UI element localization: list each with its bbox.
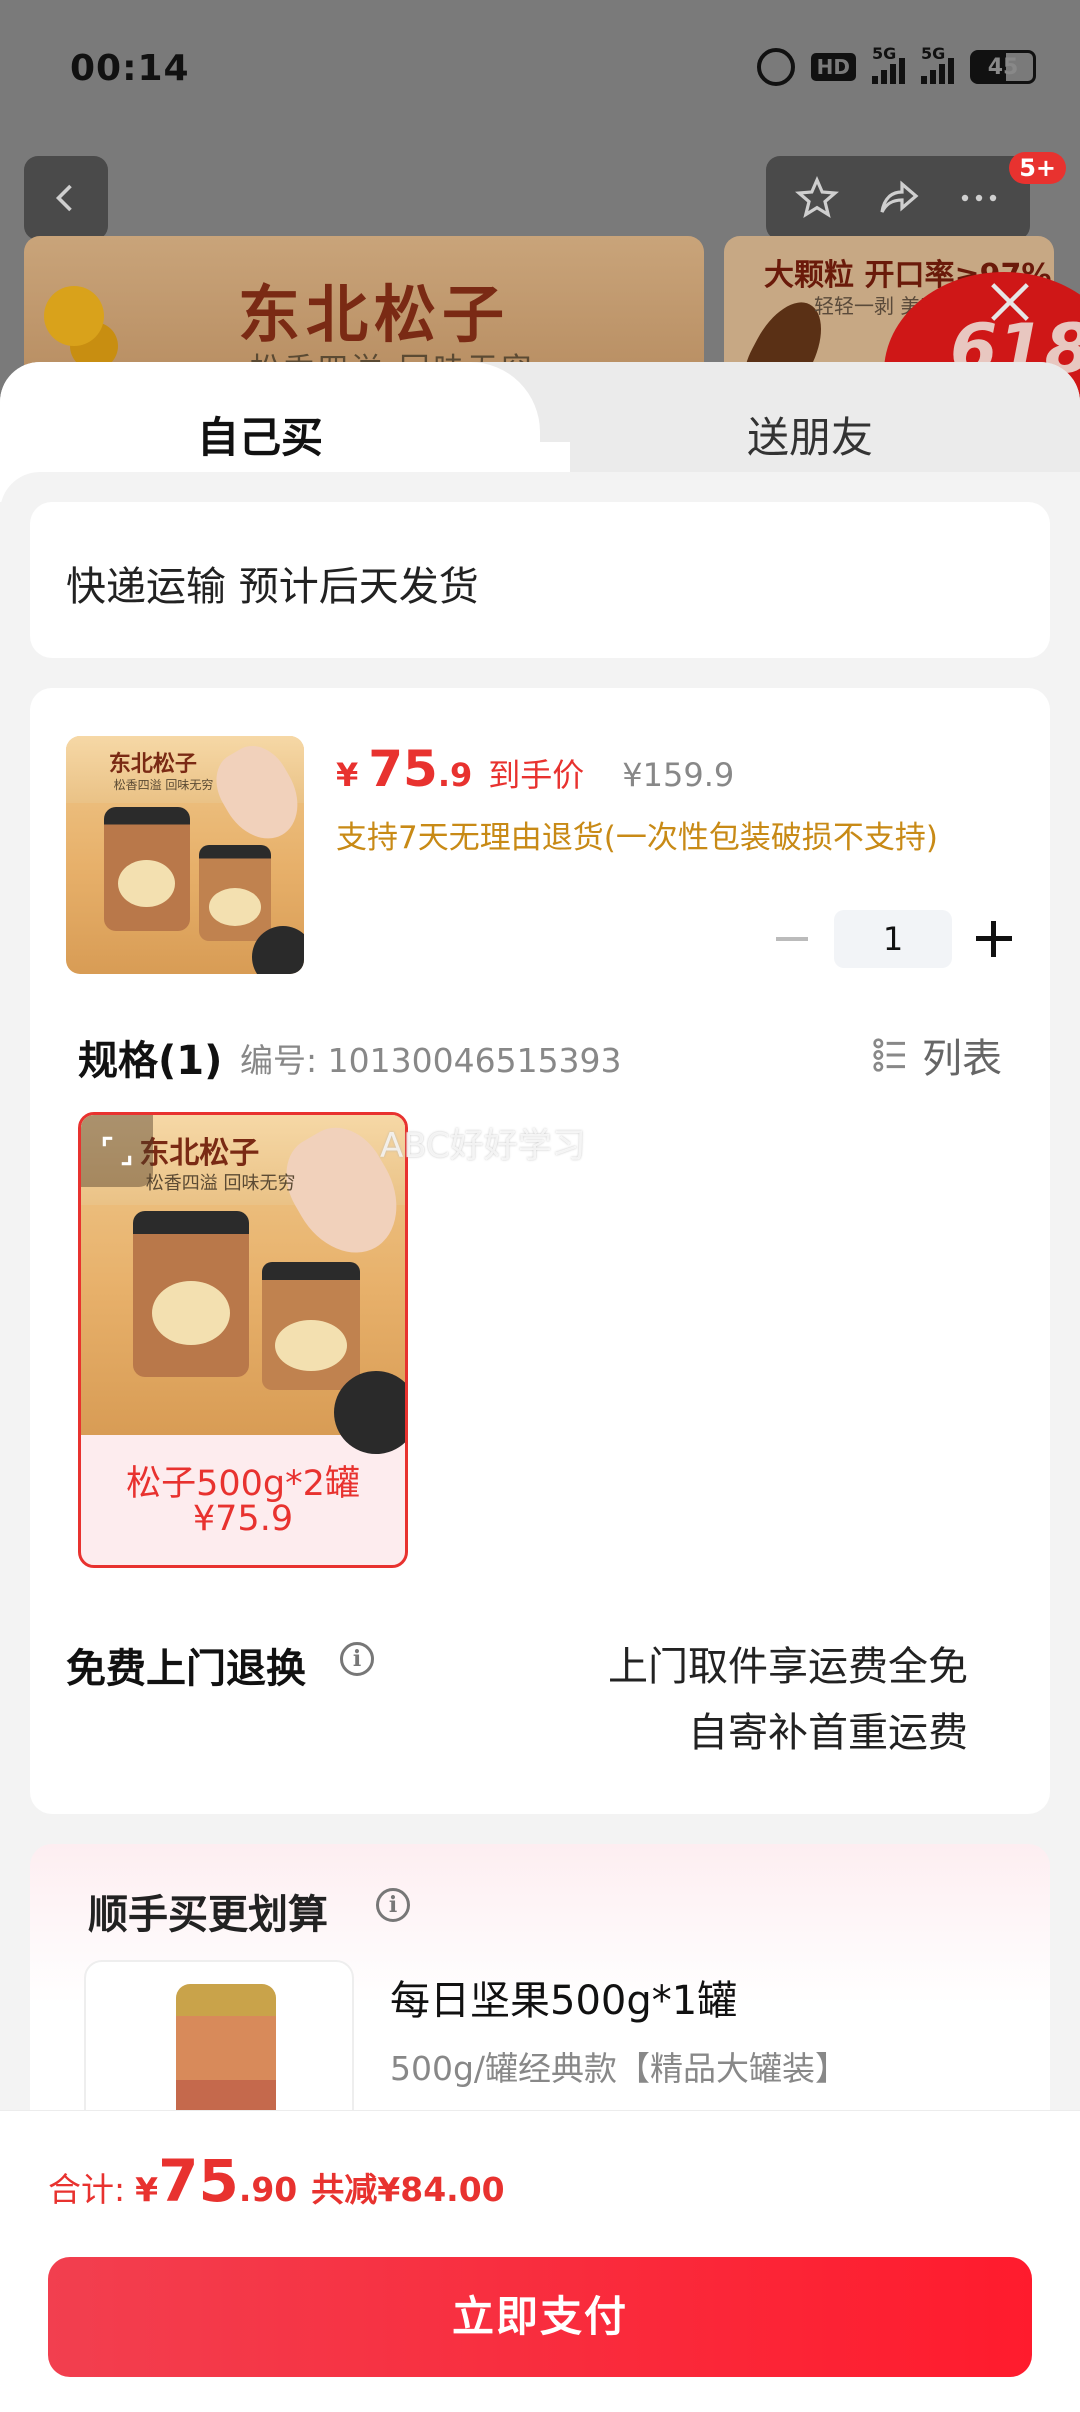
free-return-line1: 上门取件享运费全免 <box>608 1644 968 1690</box>
spec-title: 规格(1) <box>78 1038 223 1084</box>
expand-image-button[interactable] <box>81 1115 153 1187</box>
list-view-label: 列表 <box>922 1036 1002 1082</box>
total-integer: 75 <box>158 2147 239 2215</box>
price-line: ¥ 75 .9 到手价 ¥159.9 <box>336 740 734 798</box>
price-decimal: .9 <box>437 756 473 794</box>
purchase-sheet: 自己买 送朋友 快递运输 预计后天发货 东北松子 松香四溢 回味无穷 ¥ 75 … <box>0 362 1080 2412</box>
price-currency: ¥ <box>336 756 359 794</box>
message-badge: 5+ <box>1009 152 1066 184</box>
status-time: 00:14 <box>70 48 190 89</box>
free-return-title: 免费上门退换 <box>66 1646 306 1692</box>
flower-decoration <box>44 286 104 346</box>
shipping-card: 快递运输 预计后天发货 <box>30 502 1050 658</box>
total-label: 合计: <box>48 2170 126 2209</box>
quantity-input[interactable]: 1 <box>834 910 952 968</box>
sku-option[interactable]: 东北松子 松香四溢 回味无穷 松子500g*2罐 ¥75.9 <box>78 1112 408 1568</box>
addon-item-name[interactable]: 每日坚果500g*1罐 <box>390 1968 737 2026</box>
status-bar: 00:14 HD 5G 5G 45 <box>0 0 1080 140</box>
sku-image-subtitle: 松香四溢 回味无穷 <box>145 1173 296 1195</box>
sku-image-title: 东北松子 <box>139 1135 260 1171</box>
shipping-text: 快递运输 预计后天发货 <box>66 564 479 610</box>
price-integer: 75 <box>368 740 438 798</box>
info-icon[interactable]: i <box>340 1642 374 1676</box>
banner-title: 东北松子 <box>238 278 511 351</box>
top-action-group <box>766 156 1030 240</box>
addon-title: 顺手买更划算 <box>88 1892 328 1938</box>
spec-code: 编号: 10130046515393 <box>240 1041 622 1080</box>
network-label: 5G <box>921 44 946 63</box>
quantity-stepper: 1 <box>772 910 1014 968</box>
plus-icon[interactable] <box>974 919 1014 959</box>
product-thumbnail[interactable]: 东北松子 松香四溢 回味无穷 <box>66 736 304 974</box>
expand-icon <box>102 1136 132 1166</box>
product-image: 东北松子 松香四溢 回味无穷 <box>66 736 304 974</box>
background-product-page: 00:14 HD 5G 5G 45 5+ 东北松子 松香四溢 回味无穷 大颗粒 <box>0 0 1080 400</box>
tab-self-buy-label[interactable]: 自己买 <box>0 404 520 465</box>
sku-price: ¥75.9 <box>192 1499 294 1539</box>
total-saving: 共减¥84.00 <box>311 2170 505 2209</box>
share-icon[interactable] <box>874 174 922 222</box>
tab-gift-friend[interactable]: 送朋友 <box>540 404 1080 465</box>
network-label: 5G <box>872 44 897 63</box>
more-icon[interactable] <box>955 174 1003 222</box>
total-line: 合计: ¥ 75 .90 共减¥84.00 <box>48 2147 505 2215</box>
price-tag: 到手价 <box>488 756 585 794</box>
back-button[interactable] <box>24 156 108 240</box>
original-price: ¥159.9 <box>622 756 735 794</box>
pay-now-button[interactable]: 立即支付 <box>48 2257 1032 2377</box>
return-policy: 支持7天无理由退货(一次性包装破损不支持) <box>336 820 938 856</box>
list-icon <box>873 1038 905 1072</box>
hd-icon: HD <box>810 53 856 81</box>
free-return-line2: 自寄补首重运费 <box>688 1710 968 1756</box>
total-currency: ¥ <box>135 2170 159 2209</box>
thumb-subtitle: 松香四溢 回味无穷 <box>113 778 214 793</box>
alarm-icon <box>756 48 795 86</box>
battery-level: 45 <box>987 54 1019 80</box>
addon-item-desc: 500g/罐经典款【精品大罐装】 <box>390 2049 849 2088</box>
status-icons: HD 5G 5G 45 <box>756 44 1036 86</box>
watermark: ABC好好学习 <box>380 1126 586 1166</box>
thumb-title: 东北松子 <box>108 750 197 777</box>
close-icon[interactable] <box>984 276 1036 328</box>
product-card: 东北松子 松香四溢 回味无穷 ¥ 75 .9 到手价 ¥159.9 支持7天无理… <box>30 688 1050 1814</box>
minus-icon[interactable] <box>772 919 812 959</box>
info-icon[interactable]: i <box>376 1888 410 1922</box>
checkout-footer: 合计: ¥ 75 .90 共减¥84.00 立即支付 <box>0 2110 1080 2412</box>
signal-icon: 5G <box>921 44 954 84</box>
star-icon[interactable] <box>793 174 841 222</box>
total-decimal: .90 <box>238 2170 298 2209</box>
back-icon <box>55 184 72 212</box>
battery-icon: 45 <box>970 50 1036 84</box>
list-view-toggle[interactable]: 列表 <box>870 1026 1002 1084</box>
signal-icon: 5G <box>872 44 905 84</box>
